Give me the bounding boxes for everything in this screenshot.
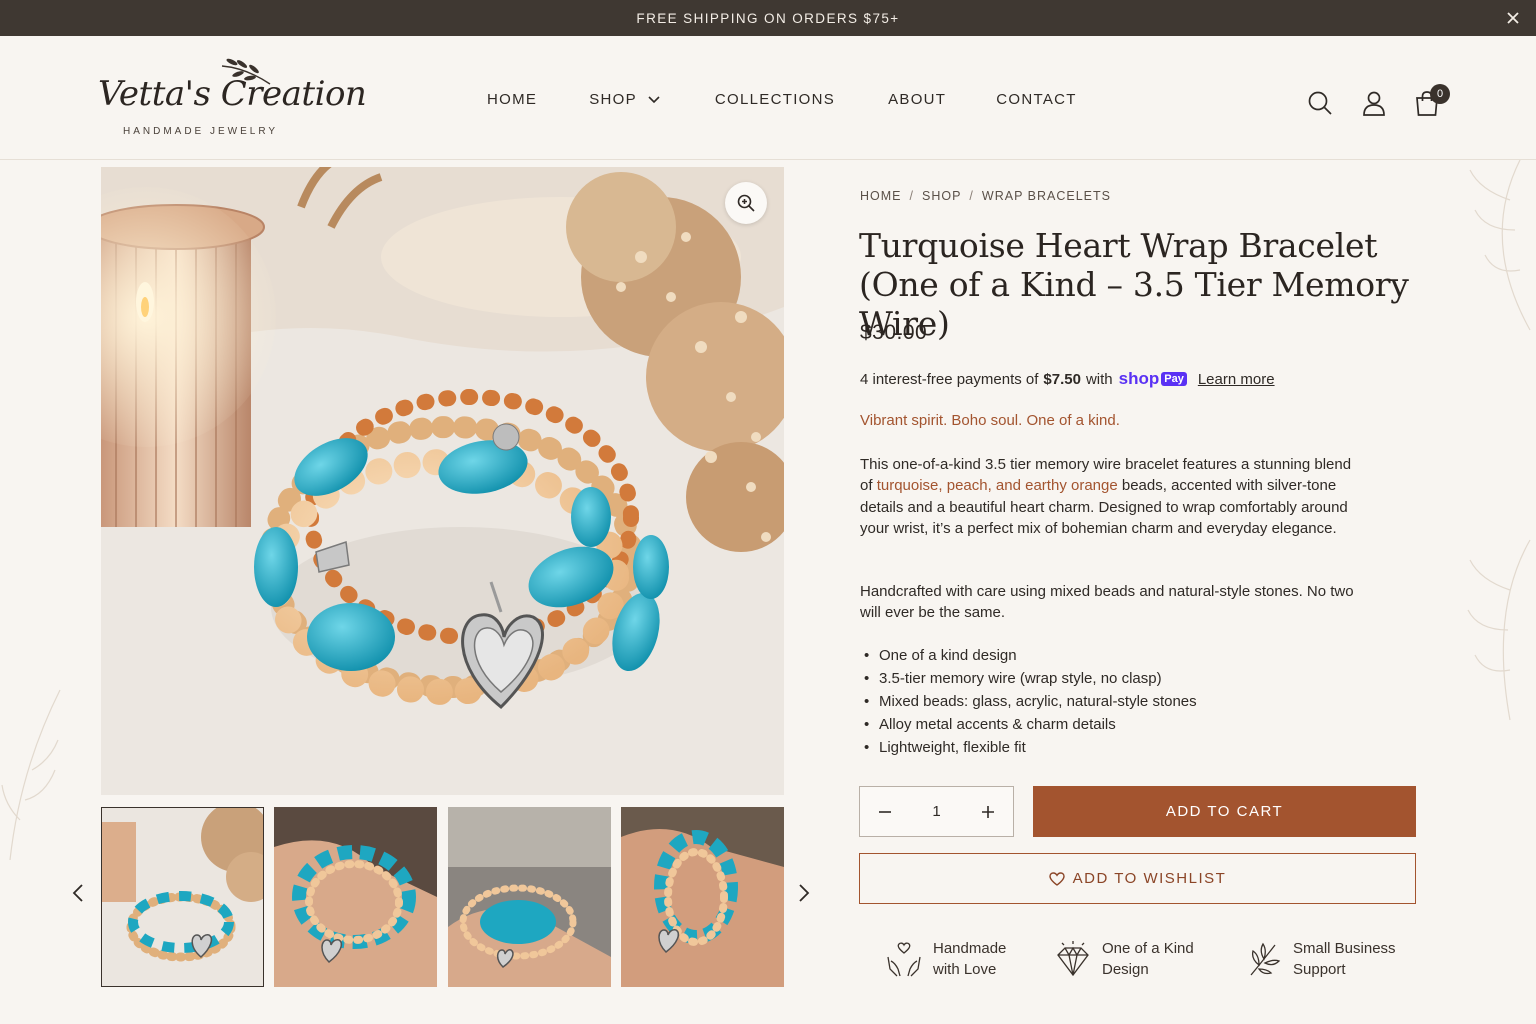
badge-small-business-line1: Small Business <box>1293 940 1396 957</box>
site-header: Vetta's Creation HANDMADE JEWELRY HOME S… <box>0 36 1536 160</box>
nav-home-label: HOME <box>487 91 538 108</box>
product-description-2: Handcrafted with care using mixed beads … <box>860 583 1354 622</box>
shop-pay-wordmark: shop <box>1118 369 1160 388</box>
product-title: Turquoise Heart Wrap Bracelet (One of a … <box>859 226 1409 343</box>
quantity-increase-button[interactable] <box>963 787 1013 836</box>
chevron-left-icon <box>72 884 83 902</box>
badge-handmade-line2: with Love <box>933 961 997 978</box>
breadcrumb-category[interactable]: WRAP BRACELETS <box>982 189 1111 203</box>
list-item: One of a kind design <box>860 644 1197 667</box>
breadcrumb-separator: / <box>969 189 974 203</box>
quantity-stepper: 1 <box>859 786 1014 837</box>
badge-one-of-a-kind: One of a Kind Design <box>1054 938 1194 980</box>
nav-shop-label: SHOP <box>589 91 637 108</box>
breadcrumb-separator: / <box>909 189 914 203</box>
heart-icon <box>1048 871 1065 886</box>
thumbnail-1-image <box>101 807 264 987</box>
badge-handmade-line1: Handmade <box>933 940 1007 957</box>
add-to-wishlist-button[interactable]: ADD TO WISHLIST <box>859 853 1416 904</box>
thumbnail-3-image <box>448 807 611 987</box>
nav-collections[interactable]: COLLECTIONS <box>715 91 835 108</box>
zoom-button[interactable] <box>725 182 767 224</box>
nav-about-label: ABOUT <box>888 91 947 108</box>
badge-one-of-a-kind-line2: Design <box>1102 961 1149 978</box>
installments-with: with <box>1085 370 1113 388</box>
installments-amount: $7.50 <box>1043 370 1081 388</box>
product-tagline: Vibrant spirit. Boho soul. One of a kind… <box>860 412 1120 429</box>
brand-tagline: HANDMADE JEWELRY <box>123 126 279 137</box>
cart-count-badge[interactable]: 0 <box>1430 84 1450 104</box>
close-icon[interactable] <box>1504 9 1522 27</box>
chevron-down-icon <box>648 95 660 103</box>
badge-one-of-a-kind-line1: One of a Kind <box>1102 940 1194 957</box>
nav-contact-label: CONTACT <box>996 91 1077 108</box>
nav-collections-label: COLLECTIONS <box>714 91 836 108</box>
quantity-input[interactable]: 1 <box>917 803 957 820</box>
breadcrumb: HOME / SHOP / WRAP BRACELETS <box>860 189 1111 203</box>
thumbnail-prev-button[interactable] <box>66 880 90 906</box>
product-description: This one-of-a-kind 3.5 tier memory wire … <box>860 454 1360 539</box>
feature-list: One of a kind design 3.5-tier memory wir… <box>860 644 1197 759</box>
hands-heart-icon <box>887 942 921 977</box>
product-price: $30.00 <box>860 321 928 344</box>
badge-small-business-line2: Support <box>1293 961 1346 978</box>
list-item: Alloy metal accents & charm details <box>860 713 1197 736</box>
search-icon[interactable] <box>1307 90 1333 116</box>
main-nav: HOME SHOP COLLECTIONS ABOUT CONTACT <box>487 91 1077 108</box>
thumbnail-next-button[interactable] <box>792 880 816 906</box>
diamond-icon <box>1057 941 1089 977</box>
leaf-decoration-left-icon <box>1 689 61 860</box>
badge-small-business: Small Business Support <box>1245 938 1396 980</box>
plus-icon <box>982 805 994 818</box>
leaf-decoration-icon <box>1467 160 1531 721</box>
thumbnail-4-image <box>621 807 784 987</box>
chevron-right-icon <box>799 884 810 902</box>
breadcrumb-shop[interactable]: SHOP <box>922 189 961 203</box>
quantity-decrease-button[interactable] <box>860 787 910 836</box>
nav-shop[interactable]: SHOP <box>589 91 661 108</box>
nav-home[interactable]: HOME <box>487 91 537 108</box>
brand-name: Vetta's Creation <box>98 74 367 114</box>
breadcrumb-home[interactable]: HOME <box>860 189 902 203</box>
description-highlight: turquoise, peach, and earthy orange <box>876 477 1118 495</box>
thumbnail-2-image <box>274 807 437 987</box>
nav-about[interactable]: ABOUT <box>888 91 946 108</box>
shop-pay-logo[interactable]: shop Pay <box>1119 369 1187 389</box>
thumbnail-3[interactable] <box>448 807 611 987</box>
bracelet-photo <box>101 167 784 795</box>
badge-handmade: Handmade with Love <box>885 938 1006 980</box>
list-item: 3.5-tier memory wire (wrap style, no cla… <box>860 667 1197 690</box>
shop-pay-badge: Pay <box>1161 372 1187 386</box>
announcement-bar: FREE SHIPPING ON ORDERS $75+ <box>0 0 1536 36</box>
zoom-in-icon <box>737 194 755 212</box>
product-main-image[interactable] <box>101 167 784 795</box>
thumbnail-1[interactable] <box>101 807 264 987</box>
installments-prefix: 4 interest-free payments of <box>860 370 1039 388</box>
list-item: Lightweight, flexible fit <box>860 736 1197 759</box>
nav-contact[interactable]: CONTACT <box>996 91 1076 108</box>
learn-more-link[interactable]: Learn more <box>1198 371 1275 388</box>
brand-logo[interactable]: Vetta's Creation HANDMADE JEWELRY <box>96 54 367 144</box>
list-item: Mixed beads: glass, acrylic, natural-sty… <box>860 690 1197 713</box>
minus-icon <box>879 810 891 813</box>
thumbnail-4[interactable] <box>621 807 784 987</box>
leaf-icon <box>1250 942 1281 976</box>
installments-info: 4 interest-free payments of $7.50 with s… <box>860 369 1275 389</box>
account-icon[interactable] <box>1361 90 1387 116</box>
add-to-cart-button[interactable]: ADD TO CART <box>1033 786 1416 837</box>
announcement-text: FREE SHIPPING ON ORDERS $75+ <box>636 10 900 26</box>
wishlist-label: ADD TO WISHLIST <box>1072 870 1227 887</box>
thumbnail-2[interactable] <box>274 807 437 987</box>
